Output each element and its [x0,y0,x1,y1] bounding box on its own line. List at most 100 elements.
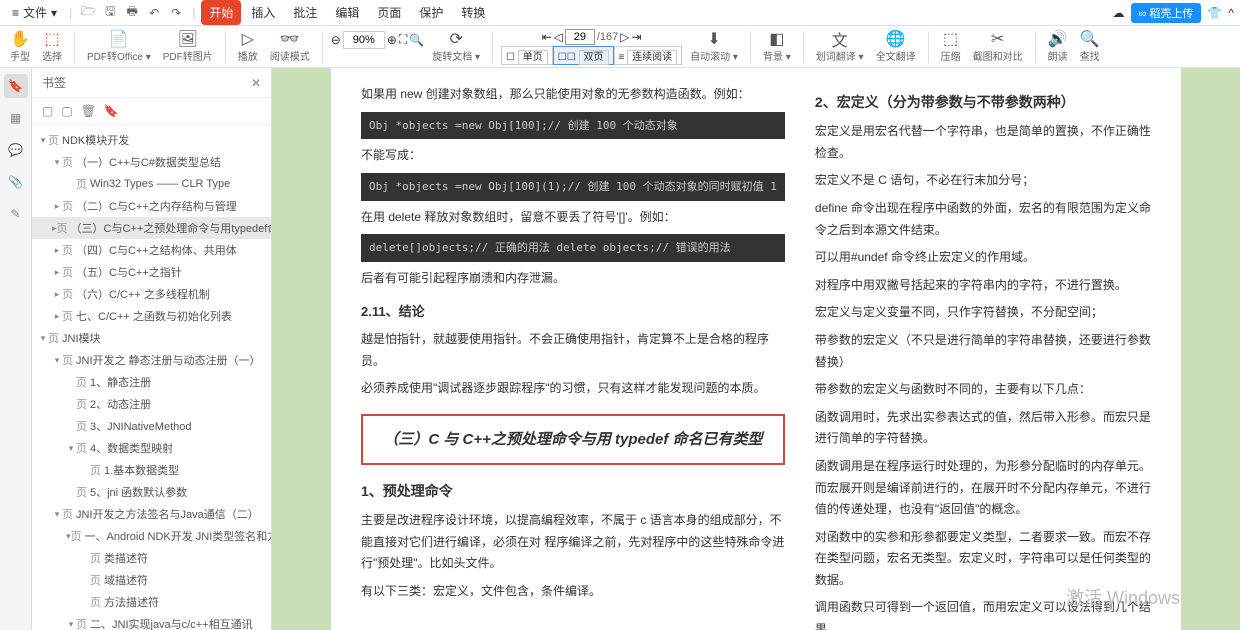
bookmark-node[interactable]: ▾页二、JNI实现java与c/c++相互通讯 [32,613,271,630]
section-title-box: （三）C 与 C++之预处理命令与用 typedef 命名已有类型 [361,414,785,465]
content-text: 越是怕指针，就越要使用指针。不会正确使用指针，肯定算不上是合格的程序员。 [361,329,785,372]
notify-icon[interactable]: ☁ [1113,6,1125,20]
attach-tab-icon[interactable]: 📎 [4,170,28,194]
find-tool[interactable]: 🔍查找 [1076,30,1104,63]
bookmark-node[interactable]: ▸页（六）C/C++ 之多线程机制 [32,283,271,305]
bookmark-node[interactable]: 页类描述符 [32,547,271,569]
thumbnail-tab-icon[interactable]: ▦ [4,106,28,130]
bookmark-node[interactable]: ▾页（一）C++与C#数据类型总结 [32,151,271,173]
content-text: define 命令出现在程序中函数的外面，宏名的有限范围为定义命令之后到本源文件… [815,198,1151,241]
compress-tool[interactable]: ⬚压缩 [937,30,965,63]
tab-protect[interactable]: 保护 [411,0,451,25]
bookmark-node[interactable]: 页1、静态注册 [32,371,271,393]
chevron-up-icon[interactable]: ^ [1228,6,1234,20]
zoom-out-icon[interactable]: ⊖ [331,33,341,47]
read-aloud[interactable]: 🔊朗读 [1044,30,1072,63]
file-menu[interactable]: ≡ 文件 ▾ [6,2,63,23]
prev-page-icon[interactable]: ◁ [554,30,563,44]
bookmark-node[interactable]: ▸页七、C/C++ 之函数与初始化列表 [32,305,271,327]
content-text: 主要是改进程序设计环境，以提高编程效率，不属于 c 语言本身的组成部分，不能直接… [361,510,785,575]
skin-icon[interactable]: 👕 [1207,6,1222,20]
zoom-input[interactable] [343,31,385,49]
content-text: 可以用#undef 命令终止宏定义的作用域。 [815,247,1151,269]
fit-icon[interactable]: ⛶ [399,32,407,47]
select-tool[interactable]: ⬚选择 [38,30,66,63]
code-block: Obj *objects =new Obj[100](1);// 创建 100 … [361,173,785,201]
word-translate[interactable]: 文划词翻译 ▾ [812,30,868,63]
zoom-in-icon[interactable]: ⊕ [387,33,397,47]
bookmark-node[interactable]: ▸页（五）C与C++之指针 [32,261,271,283]
close-icon[interactable]: ✕ [251,76,261,90]
bookmark-node[interactable]: ▾页JNI开发之 静态注册与动态注册（一） [32,349,271,371]
bookmark-node[interactable]: ▾页一、Android NDK开发 JNI类型签名和方法签名 [32,525,271,547]
bookmark-node[interactable]: ▾页NDK模块开发 [32,129,271,151]
tab-insert[interactable]: 插入 [243,0,283,25]
open-icon[interactable]: 🗁 [78,3,98,23]
bookmark-node[interactable]: 页Win32 Types —— CLR Type [32,173,271,195]
screenshot-tool[interactable]: ✂截图和对比 [969,30,1027,63]
bookmark-node[interactable]: 页域描述符 [32,569,271,591]
page-total: /167 [597,31,618,43]
content-text: 在用 delete 释放对象数组时，留意不要丢了符号'[]'。例如： [361,207,785,229]
bm-tool-3[interactable]: 🗑 [81,104,96,118]
content-text: 函数调用是在程序运行时处理的，为形参分配临时的内存单元。而宏展开则是编译前进行的… [815,456,1151,521]
bookmark-node[interactable]: ▸页（四）C与C++之结构体、共用体 [32,239,271,261]
tab-annotate[interactable]: 批注 [285,0,325,25]
bookmark-node[interactable]: ▾页4、数据类型映射 [32,437,271,459]
pdf-to-image[interactable]: 🖼PDF转图片 [159,30,217,63]
rotate-tool[interactable]: ⟳旋转文档 ▾ [428,30,484,63]
save-icon[interactable]: 🖫 [100,3,120,23]
content-text: 带参数的宏定义与函数时不同的，主要有以下几点： [815,379,1151,401]
bookmark-node[interactable]: 页5、jni 函数默认参数 [32,481,271,503]
bookmark-node[interactable]: ▾页JNI模块 [32,327,271,349]
bookmark-node[interactable]: 页方法描述符 [32,591,271,613]
content-text: 函数调用时，先求出实参表达式的值，然后带入形参。而宏只是进行简单的字符替换。 [815,407,1151,450]
bm-tool-4[interactable]: 🔖 [104,104,119,118]
play-tool[interactable]: ▷播放 [234,30,262,63]
content-text: 有以下三类：宏定义，文件包含，条件编译。 [361,581,785,603]
search-icon[interactable]: 🔍 [409,33,424,47]
bookmark-node[interactable]: ▸页（三）C与C++之预处理命令与用typedef命名已有类型 [32,217,271,239]
signature-tab-icon[interactable]: ✎ [4,202,28,226]
undo-icon[interactable]: ↶ [144,3,164,23]
continuous-page[interactable]: ≡ 连续阅读 [614,46,683,65]
tab-edit[interactable]: 编辑 [327,0,367,25]
heading-macro: 2、宏定义（分为带参数与不带参数两种） [815,90,1151,115]
single-page[interactable]: ☐ 单页 [501,46,553,65]
redo-icon[interactable]: ↷ [166,3,186,23]
bookmark-node[interactable]: 页1.基本数据类型 [32,459,271,481]
code-block: Obj *objects =new Obj[100];// 创建 100 个动态… [361,112,785,140]
bookmark-node[interactable]: 页3、JNINativeMethod [32,415,271,437]
first-page-icon[interactable]: ⇤ [542,30,552,44]
page-input[interactable] [565,29,595,45]
read-mode[interactable]: 👓阅读模式 [266,30,314,63]
content-text: 对函数中的实参和形参都要定义类型，二者要求一致。而宏不存在类型问题，宏名无类型。… [815,527,1151,592]
content-text: 宏定义是用宏名代替一个字符串，也是简单的置换，不作正确性检查。 [815,121,1151,164]
content-text: 如果用 new 创建对象数组，那么只能使用对象的无参数构造函数。例如： [361,84,785,106]
tab-start[interactable]: 开始 [201,0,241,25]
content-text: 带参数的宏定义（不只是进行简单的字符串替换，还要进行参数替换） [815,330,1151,373]
tab-page[interactable]: 页面 [369,0,409,25]
print-icon[interactable]: 🖶 [122,3,142,23]
content-text: 必须养成使用"调试器逐步跟踪程序"的习惯，只有这样才能发现问题的本质。 [361,378,785,400]
tab-convert[interactable]: 转换 [453,0,493,25]
full-translate[interactable]: 🌐全文翻译 [872,30,920,63]
content-text: 不能写成： [361,145,785,167]
bookmark-node[interactable]: ▸页（二）C与C++之内存结构与管理 [32,195,271,217]
bookmark-node[interactable]: 页2、动态注册 [32,393,271,415]
comment-tab-icon[interactable]: 💬 [4,138,28,162]
heading-preprocess: 1、预处理命令 [361,479,785,504]
bm-tool-1[interactable]: ▢ [42,104,53,118]
background-tool[interactable]: ◧背景 ▾ [759,30,795,63]
upload-button[interactable]: ∞ 稻壳上传 [1131,3,1202,23]
bm-tool-2[interactable]: ▢ [61,104,72,118]
double-page[interactable]: ☐☐ 双页 [553,46,614,65]
hand-tool[interactable]: ✋手型 [6,30,34,63]
bookmark-node[interactable]: ▾页JNI开发之方法签名与Java通信（二） [32,503,271,525]
pdf-to-office[interactable]: 📄PDF转Office ▾ [83,30,155,63]
bookmark-tab-icon[interactable]: 🔖 [4,74,28,98]
next-page-icon[interactable]: ▷ [620,30,629,44]
auto-scroll[interactable]: ⬇自动滚动 ▾ [686,30,742,63]
last-page-icon[interactable]: ⇥ [632,30,642,44]
content-text: 调用函数只可得到一个返回值，而用宏定义可以设法得到几个结果。 [815,597,1151,630]
